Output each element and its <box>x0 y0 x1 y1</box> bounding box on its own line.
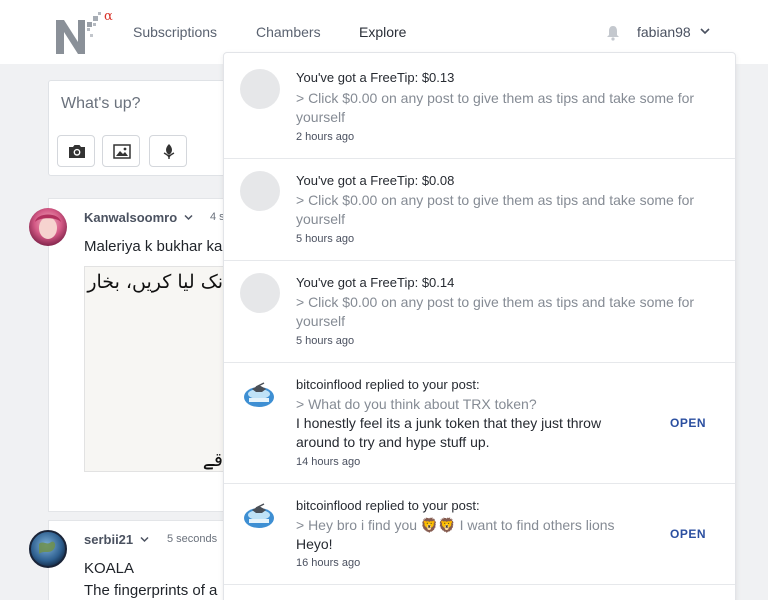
notification-title: You've got a FreeTip: $0.13 <box>296 70 455 85</box>
notification-time: 5 hours ago <box>296 335 355 347</box>
notification-title: bitcoinflood replied to your post: <box>296 377 480 392</box>
notification-subtitle: > Hey bro i find you 🦁🦁 I want to find o… <box>296 517 615 533</box>
camera-icon <box>69 145 85 158</box>
post-text: The fingerprints of a <box>84 582 218 599</box>
avatar-image <box>39 541 56 554</box>
avatar <box>240 69 280 109</box>
post-timestamp: 5 seconds <box>167 533 218 545</box>
image-button[interactable] <box>102 135 140 167</box>
compose-box: What's up? <box>48 80 248 176</box>
notification-item[interactable]: You've got a FreeTip: $0.14 > Click $0.0… <box>224 261 735 363</box>
compose-input[interactable]: What's up? <box>61 95 141 113</box>
post-title: KOALA <box>84 560 135 577</box>
notification-subtitle: > Click $0.00 on any post to give them a… <box>296 294 695 329</box>
bitcoinflood-avatar-icon <box>244 503 274 528</box>
chevron-down-icon[interactable] <box>140 536 149 543</box>
leaf-icon <box>163 144 175 159</box>
notification-title: You've got a FreeTip: $0.08 <box>296 173 455 188</box>
notification-item[interactable]: You've got a FreeTip: $0.13 > Click $0.0… <box>224 53 735 159</box>
avatar[interactable] <box>29 530 67 568</box>
avatar <box>240 273 280 313</box>
notification-item[interactable]: bitcoinflood replied to your post: > Hey… <box>224 484 735 585</box>
post-image[interactable]: نک لیا کریں، بخار قے <box>84 266 234 472</box>
camera-button[interactable] <box>57 135 95 167</box>
nav-explore[interactable]: Explore <box>359 24 406 40</box>
notification-subtitle: > What do you think about TRX token? <box>296 396 537 412</box>
open-button[interactable]: OPEN <box>670 416 706 430</box>
notification-time: 5 hours ago <box>296 233 355 245</box>
bell-icon[interactable] <box>606 25 620 41</box>
notification-item[interactable]: You've got a FreeTip: $0.08 > Click $0.0… <box>224 159 735 261</box>
avatar[interactable] <box>29 208 67 246</box>
notification-body: I honestly feel its a junk token that th… <box>296 415 602 450</box>
notification-time: 14 hours ago <box>296 456 361 468</box>
notification-subtitle: > Click $0.00 on any post to give them a… <box>296 192 695 227</box>
chevron-down-icon[interactable] <box>700 27 710 35</box>
post-image-text: نک لیا کریں، بخار <box>87 271 223 293</box>
post-username[interactable]: serbii21 <box>84 532 133 547</box>
notification-subtitle: > Click $0.00 on any post to give them a… <box>296 90 695 125</box>
app-logo[interactable]: α <box>54 8 116 58</box>
user-menu[interactable]: fabian98 <box>637 24 691 40</box>
avatar-image <box>35 214 61 239</box>
bitcoinflood-avatar-icon <box>244 382 274 407</box>
post-image-text-bottom: قے <box>202 449 223 471</box>
notification-time: 16 hours ago <box>296 557 361 569</box>
nav-chambers[interactable]: Chambers <box>256 24 321 40</box>
notification-time: 2 hours ago <box>296 131 355 143</box>
notifications-dropdown: You've got a FreeTip: $0.13 > Click $0.0… <box>223 52 736 600</box>
notification-item[interactable]: bitcoinflood replied to your post: > Wha… <box>224 363 735 484</box>
notification-title: You've got a FreeTip: $0.14 <box>296 275 455 290</box>
logo-alpha: α <box>104 9 113 24</box>
notification-title: bitcoinflood replied to your post: <box>296 498 480 513</box>
post-username[interactable]: Kanwalsoomro <box>84 210 177 225</box>
plant-button[interactable] <box>149 135 187 167</box>
open-button[interactable]: OPEN <box>670 527 706 541</box>
image-icon <box>113 144 131 159</box>
notification-body: Heyo! <box>296 536 333 552</box>
post-text: Maleriya k bukhar ka <box>84 238 223 255</box>
chevron-down-icon[interactable] <box>184 214 193 221</box>
avatar <box>240 171 280 211</box>
nav-subscriptions[interactable]: Subscriptions <box>133 24 217 40</box>
